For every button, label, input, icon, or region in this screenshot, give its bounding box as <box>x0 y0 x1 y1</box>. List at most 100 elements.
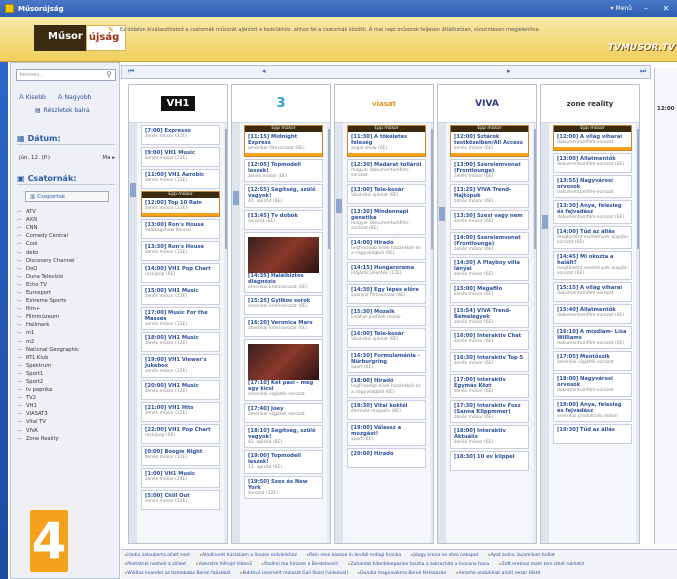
channel-item[interactable]: — Comedy Central <box>17 232 117 240</box>
program-title[interactable]: [13:30] Anya, felesleg és fejvadász <box>557 203 628 215</box>
program-item[interactable]: [16:10] A mixdiam- Lisa Williams dokument… <box>553 325 632 349</box>
footer-link[interactable]: Hadiú zalauberta ollatt eset <box>125 553 190 558</box>
program-title[interactable]: [18:10] Segítség, szülő vagyok! <box>248 428 319 440</box>
footer-link[interactable]: Amzrhe ondutiinat aintit nezar tékté <box>456 571 541 576</box>
channel-item[interactable]: — DoQ <box>17 265 117 273</box>
program-title[interactable]: [13:25] VIVA Trend-Hajtópuk <box>454 187 525 199</box>
program-item[interactable]: [7:00] Expresso zenés műsor (12E) <box>141 125 220 145</box>
footer-link[interactable]: Dundla magnovíkma Bereli férleaasán <box>358 571 446 576</box>
channel-item[interactable]: — ATV <box>17 208 117 216</box>
program-item[interactable]: [13:30] Anya, felesleg és fejvadász dokum… <box>553 200 632 224</box>
larger-button[interactable]: A Nagyobb <box>58 93 92 101</box>
channel-item[interactable]: — Zone Reality <box>17 435 117 443</box>
program-title[interactable]: [18:00] Interaktív Aktuális <box>454 428 525 440</box>
program-title[interactable]: [12:30] Madarat tolláról <box>351 162 422 168</box>
program-title[interactable]: [20:00] Híradó <box>351 451 422 457</box>
footer-link[interactable]: Radimi ma hinzam a Berdelovich <box>262 562 338 567</box>
program-item[interactable]: [13:00] Szerelemvonat (Frontlounge) zenés… <box>450 158 529 182</box>
footer-link[interactable]: Wildlax knandel az Uzmobaba Beron faSzeb… <box>125 571 230 576</box>
program-title[interactable]: [13:30] Szexi vagy nem <box>454 213 525 219</box>
program-item[interactable]: [14:00] VH1 Pop Chart rock/pop (6E) <box>141 262 220 283</box>
program-item[interactable]: [12:30] Madarat tolláról magyar dokumentu… <box>347 158 426 182</box>
program-title[interactable]: [15:15] A világ viharai <box>557 285 628 291</box>
program-title[interactable]: [22:00] VH1 Pop Chart <box>145 427 216 433</box>
nav-last-icon[interactable]: ⏭ <box>640 67 646 76</box>
channel-item[interactable]: — film+ <box>17 305 117 313</box>
channel-item[interactable]: — deko <box>17 248 117 256</box>
channel-logo[interactable]: 3 <box>232 85 330 123</box>
program-item[interactable]: [13:30] Ron's House zenés műsor (12E) <box>141 240 220 261</box>
program-item[interactable]: [14:35] Halálbiztos diagnózis amerikai kr… <box>244 231 323 293</box>
program-item[interactable]: [16:30] Interaktív Top 5 zenés műsor (6E) <box>450 352 529 372</box>
date-next[interactable]: Ma ▸ <box>102 155 115 165</box>
channel-item[interactable]: — AXN <box>17 216 117 224</box>
program-title[interactable]: [13:55] Nagyvárosi orvosok <box>557 178 628 190</box>
program-title[interactable]: [17:00] Music For the Masses <box>145 310 216 322</box>
channel-item[interactable]: — VIASAT3 <box>17 410 117 418</box>
channel-item[interactable]: — tv paprika <box>17 386 117 394</box>
program-item[interactable]: [19:00] VH1 Viewer's Jukebox zenés műsor … <box>141 354 220 378</box>
program-item[interactable]: [13:30] Mindennapi genetika magyar dokume… <box>347 205 426 235</box>
channel-item[interactable]: — Vital TV <box>17 418 117 426</box>
program-item[interactable]: [15:54] VIVA Trend-Bemelégyek zenés műsor… <box>450 304 529 328</box>
program-item[interactable]: [17:10] Két pasi - meg egy kicsi amerikai… <box>244 339 323 401</box>
program-title[interactable]: [18:00] Nagyvárosi orvosok <box>557 376 628 388</box>
program-title[interactable]: [13:30] Mindennapi genetika <box>351 209 422 221</box>
program-item[interactable]: [18:10] Segítség, szülő vagyok! 42. epizó… <box>244 424 323 448</box>
program-item[interactable]: [11:00] VH1 Aerobic zenés műsor (12E) <box>141 169 220 189</box>
program-title[interactable]: [14:00] VH1 Pop Chart <box>145 266 216 272</box>
footer-link[interactable]: Jdugy krona no ateo nakapot <box>411 553 478 558</box>
program-item[interactable]: [18:00] Interaktív Aktuális zenés műsor (… <box>450 425 529 449</box>
program-item[interactable]: [18:00] VH1 Music zenés műsor (12E) <box>141 332 220 352</box>
program-item[interactable]: [14:00] Hiradó Legfrissebb hírek hazánkbó… <box>347 236 426 260</box>
nav-prev-icon[interactable]: ◂ <box>262 67 266 75</box>
program-title[interactable]: [16:30] Formulamánia - Nürburgring <box>351 353 422 365</box>
channel-item[interactable]: — Echo TV <box>17 281 117 289</box>
program-title[interactable]: [12:00] Sztárok testközelben/All Access <box>454 134 525 146</box>
channel-item[interactable]: — Sport2 <box>17 378 117 386</box>
program-item[interactable]: [5:00] Chill Out zenés műsor (12E) <box>141 489 220 510</box>
program-title[interactable]: [15:54] VIVA Trend-Bemelégyek <box>454 308 525 320</box>
menu-button[interactable]: ▾ Menü <box>611 5 632 12</box>
program-item[interactable]: [14:15] Hungarorama időjárás jelentés (12… <box>347 261 426 282</box>
program-item[interactable]: [18:30] 10 év klippel <box>450 450 529 471</box>
nav-first-icon[interactable]: ⏮ <box>128 67 134 76</box>
nav-next-icon[interactable]: ▸ <box>507 67 511 75</box>
program-item[interactable]: [17:30] Interaktív Fosz (Sanna Klippmmer… <box>450 399 529 423</box>
program-item[interactable]: [19:00] Válassz a mozgást! sport (6E) <box>347 422 426 446</box>
smaller-button[interactable]: A Kisebb <box>19 93 46 101</box>
footer-link[interactable]: Pontatnel nezheti a zöldet <box>125 562 186 567</box>
program-item[interactable]: [16:20] Veronica Mars amerikai krimisoroz… <box>244 317 323 337</box>
channel-logo[interactable]: VH1 <box>129 85 227 123</box>
program-title[interactable]: [19:00] Válassz a mozgást! <box>351 425 422 437</box>
program-title[interactable]: [19:00] Anya, felesleg és fejvadász <box>557 402 628 414</box>
program-item[interactable]: [13:00] Tele-kosár Vásárlási ajánlat (6E) <box>347 183 426 204</box>
program-title[interactable]: [11:15] Midnight Express <box>248 134 319 146</box>
program-item[interactable]: [18:00] Nagyvárosi orvosok dokumentumfilm… <box>553 373 632 397</box>
program-item[interactable]: [14:00] Szerelemvonat (Frontlounge) zenés… <box>450 231 529 255</box>
channel-item[interactable]: — CNN <box>17 224 117 232</box>
program-item[interactable]: [19:30] Tűd az állás <box>553 424 632 444</box>
program-item[interactable]: [13:55] Nagyvárosi orvosok dokumentumfilm… <box>553 174 632 198</box>
date-selector[interactable]: jún. 12. (P.) Ma ▸ <box>19 155 115 165</box>
program-title[interactable]: [14:30] A Playboy villa lányai <box>454 260 525 272</box>
minimize-icon[interactable]: – <box>640 4 652 14</box>
channel-item[interactable]: — RTL Klub <box>17 354 117 362</box>
program-item[interactable]: [19:00] Anya, felesleg és fejvadász ameri… <box>553 398 632 422</box>
close-icon[interactable]: ✕ <box>660 4 672 14</box>
program-item[interactable]: [17:00] Music For the Masses zenés műsor … <box>141 306 220 330</box>
program-item[interactable]: [12:05] Topmodell leszek! zenés műsor (6E… <box>244 158 323 182</box>
program-item[interactable]: [15:00] VH1 Music zenés műsor (12E) <box>141 284 220 305</box>
program-title[interactable]: [16:10] A mixdiam- Lisa Williams <box>557 329 628 341</box>
channel-logo[interactable]: VIVA <box>438 85 536 123</box>
channel-item[interactable]: — Discovery Channel <box>17 257 117 265</box>
program-item[interactable]: [15:00] Megafilo zenés műsor (6E) <box>450 282 529 303</box>
program-item[interactable]: [17:00] Interaktív Egymás Közt zenés műso… <box>450 374 529 398</box>
program-item[interactable]: [21:00] VH1 Hits zenés műsor (12E) <box>141 401 220 422</box>
channel-item[interactable]: — Filmmúzeum <box>17 313 117 321</box>
program-title[interactable]: [17:00] Interaktív Egymás Közt <box>454 377 525 389</box>
site-logo[interactable]: Műsor újság <box>34 25 127 51</box>
program-item[interactable]: [17:05] Mentőszik amerikai vígjáték soroz… <box>553 351 632 371</box>
program-item[interactable]: [0:00] Boogie Night zenés műsor (12E) <box>141 445 220 466</box>
footer-link[interactable]: Zoft eretnez mam tem izhet rukhetd <box>499 562 584 567</box>
